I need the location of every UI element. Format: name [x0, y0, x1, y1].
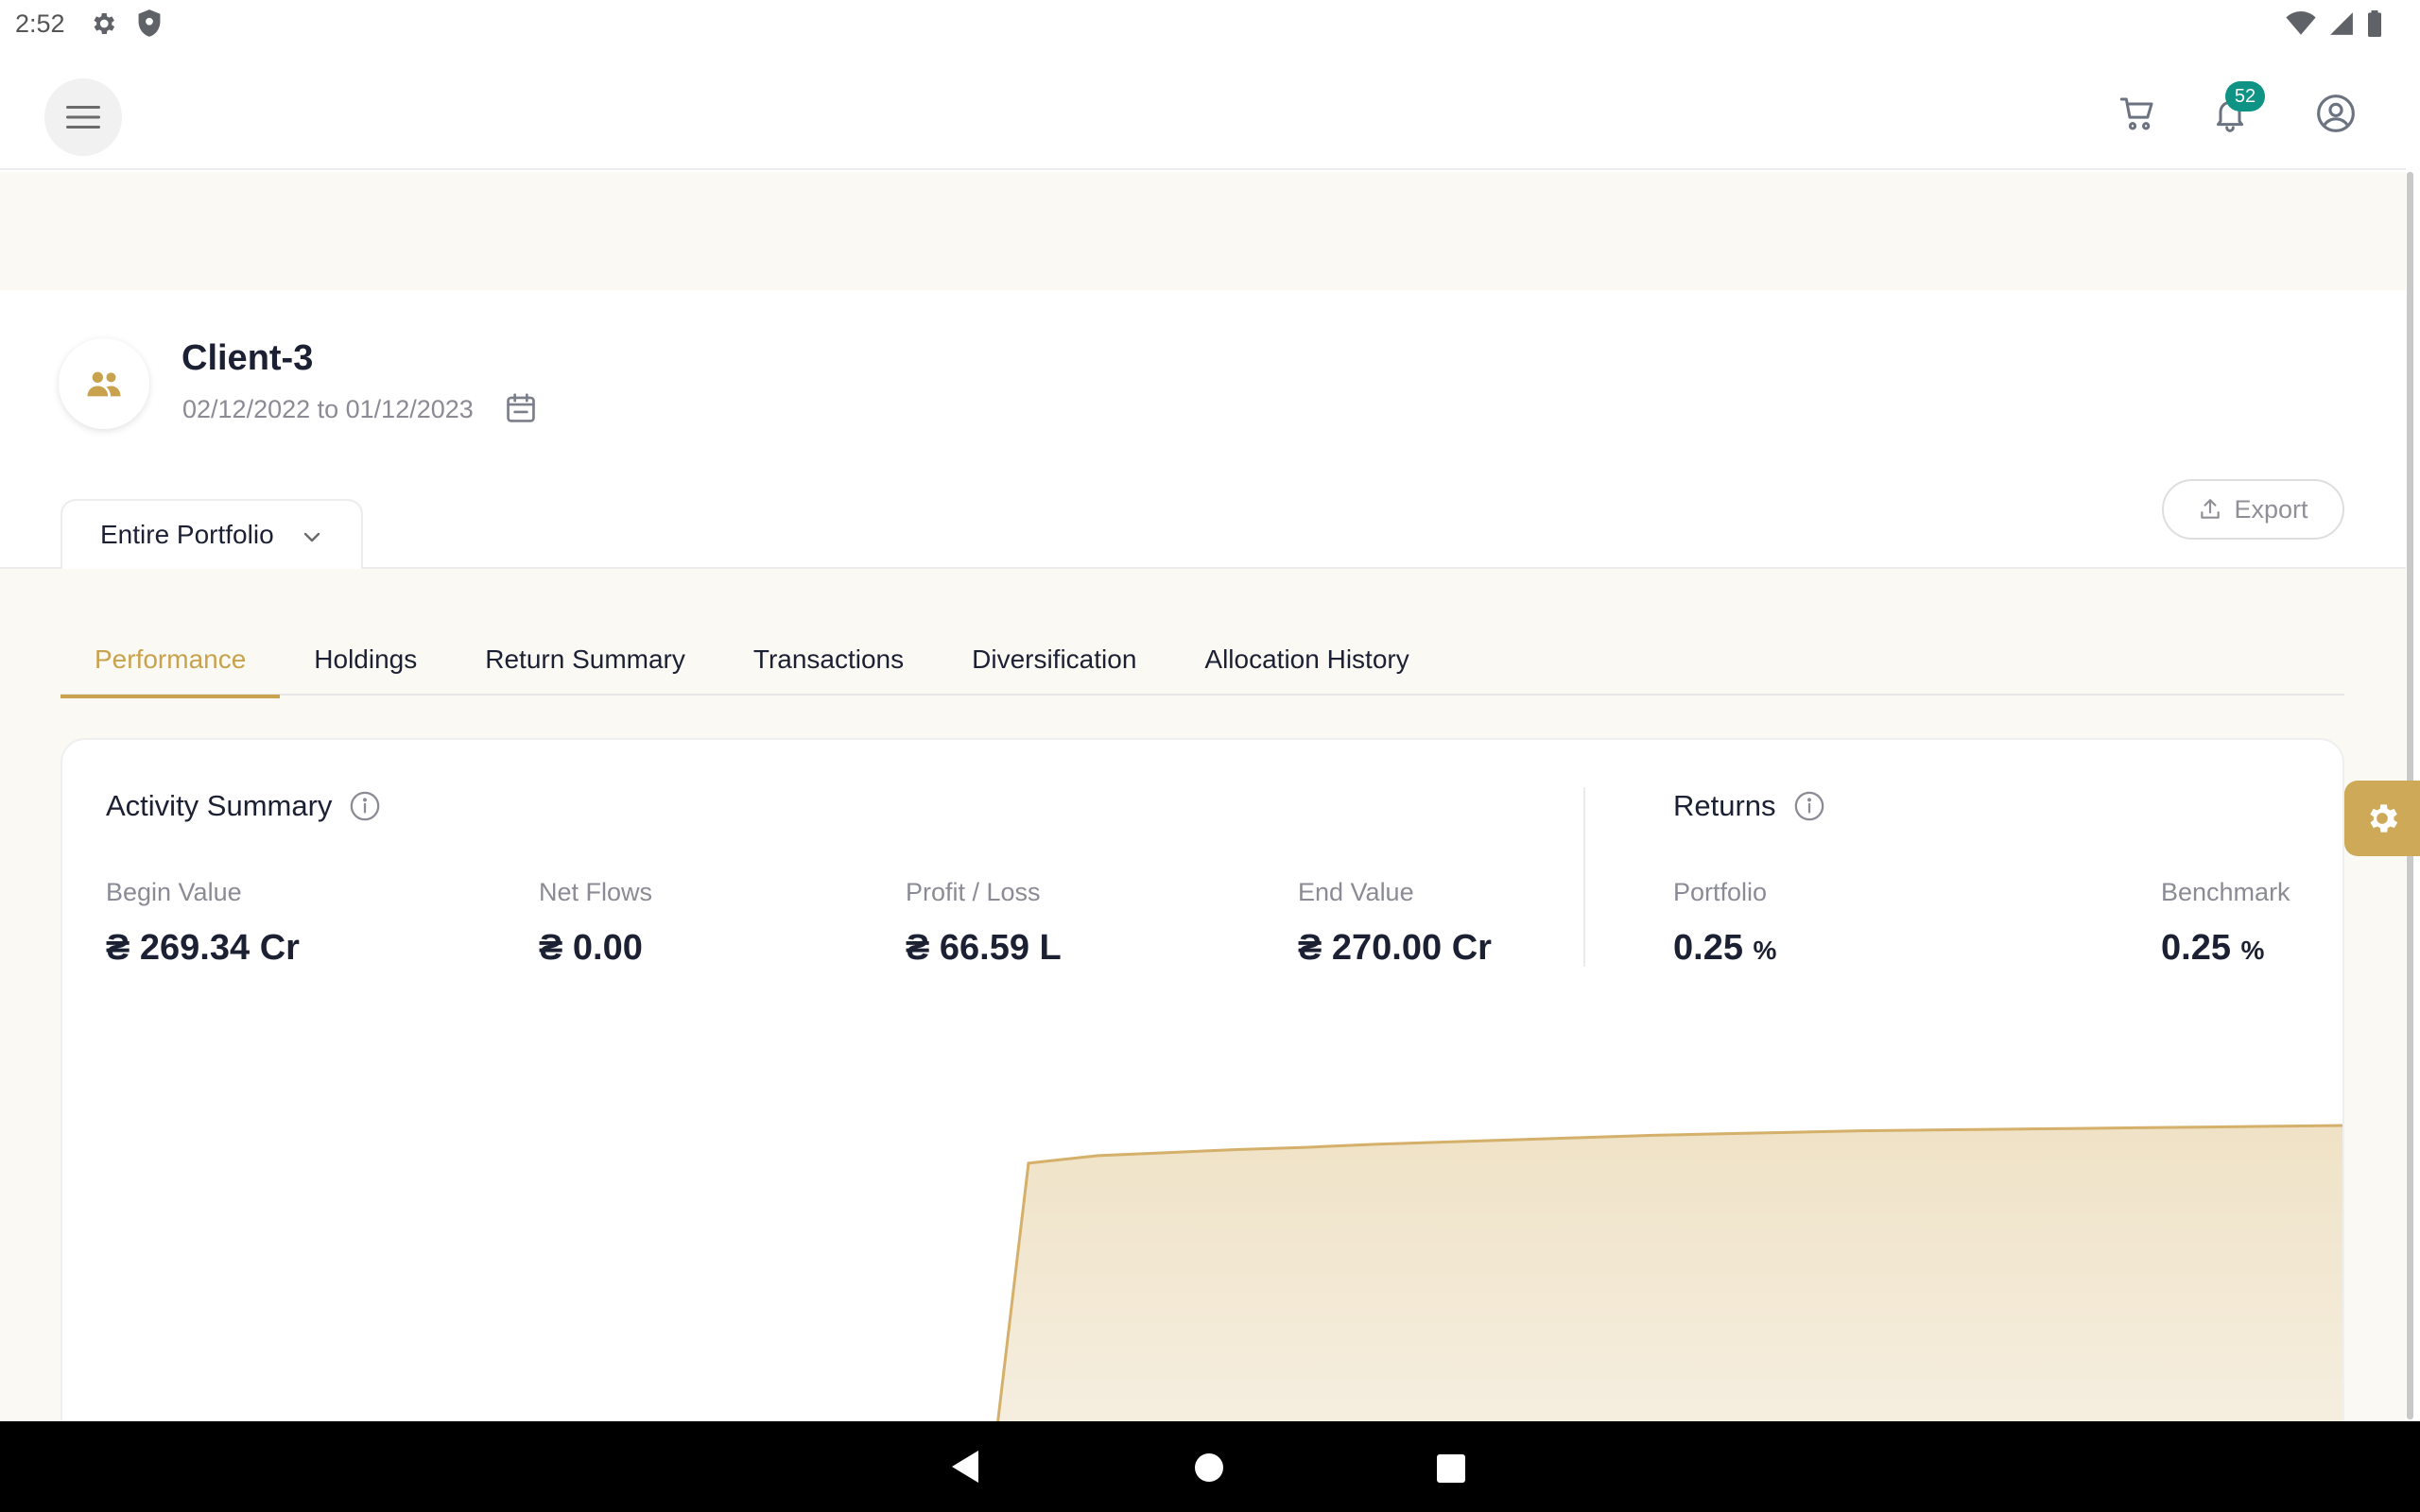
export-button[interactable]: Export: [2162, 479, 2344, 540]
cart-button[interactable]: [2116, 92, 2159, 135]
calendar-icon[interactable]: [503, 390, 539, 431]
home-icon[interactable]: [1195, 1453, 1223, 1482]
account-button[interactable]: [2314, 92, 2358, 135]
tab-diversification[interactable]: Diversification: [938, 624, 1170, 696]
tab-performance[interactable]: Performance: [60, 624, 281, 698]
notification-badge: 52: [2225, 81, 2265, 112]
people-icon: [87, 371, 121, 397]
gear-icon: [89, 9, 117, 43]
chevron-down-icon: [301, 524, 323, 555]
settings-button[interactable]: [2344, 781, 2420, 856]
activity-summary-title: Activity Summary: [106, 789, 381, 823]
chart-area-fill: [994, 1125, 2342, 1454]
stat-portfolio-return: Portfolio 0.25 %: [1673, 878, 1777, 968]
stat-end-value: End Value ₴ 270.00 Cr: [1298, 878, 1492, 968]
header-band: [0, 172, 2406, 290]
client-avatar: [59, 338, 149, 429]
wifi-icon: [2286, 11, 2316, 35]
stat-begin-value: Begin Value ₴ 269.34 Cr: [106, 878, 300, 968]
tab-allocation-history[interactable]: Allocation History: [1170, 624, 1443, 696]
section-divider: [1583, 787, 1585, 967]
gear-icon: [2370, 804, 2398, 833]
client-date-range: 02/12/2022 to 01/12/2023: [182, 395, 474, 423]
client-name: Client-3: [182, 338, 314, 378]
status-time: 2:52: [15, 9, 65, 38]
app-bar: [0, 47, 2406, 170]
portfolio-selected-value: Entire Portfolio: [100, 520, 274, 549]
hamburger-menu-icon: [66, 106, 100, 129]
menu-button[interactable]: [44, 78, 122, 156]
status-bar: 2:52: [0, 0, 2420, 47]
info-icon[interactable]: [1793, 790, 1825, 822]
cart-icon: [2119, 97, 2153, 130]
tab-holdings[interactable]: Holdings: [280, 624, 451, 696]
system-nav-bar: [0, 1421, 2420, 1512]
account-icon: [2317, 94, 2355, 132]
stat-benchmark-return: Benchmark 0.25 %: [2161, 878, 2290, 968]
upload-icon: [2201, 499, 2221, 519]
shield-icon: [136, 9, 163, 43]
portfolio-dropdown[interactable]: Entire Portfolio: [60, 499, 363, 569]
tab-transactions[interactable]: Transactions: [719, 624, 938, 696]
status-right-icons: [2286, 10, 2382, 37]
stat-net-flows: Net Flows ₴ 0.00: [539, 878, 653, 968]
tab-bar: Performance Holdings Return Summary Tran…: [60, 624, 2344, 698]
recent-apps-icon[interactable]: [1437, 1454, 1465, 1483]
back-icon[interactable]: [951, 1450, 979, 1484]
returns-title: Returns: [1673, 789, 1825, 823]
stat-profit-loss: Profit / Loss ₴ 66.59 L: [906, 878, 1062, 968]
performance-card: Activity Summary Begin Value ₴ 269.34 Cr…: [60, 738, 2344, 1456]
performance-chart: [992, 1124, 2342, 1454]
export-label: Export: [2234, 494, 2308, 524]
signal-icon: [2330, 12, 2353, 35]
info-icon[interactable]: [349, 790, 381, 822]
battery-icon: [2368, 10, 2381, 37]
tab-return-summary[interactable]: Return Summary: [451, 624, 719, 696]
